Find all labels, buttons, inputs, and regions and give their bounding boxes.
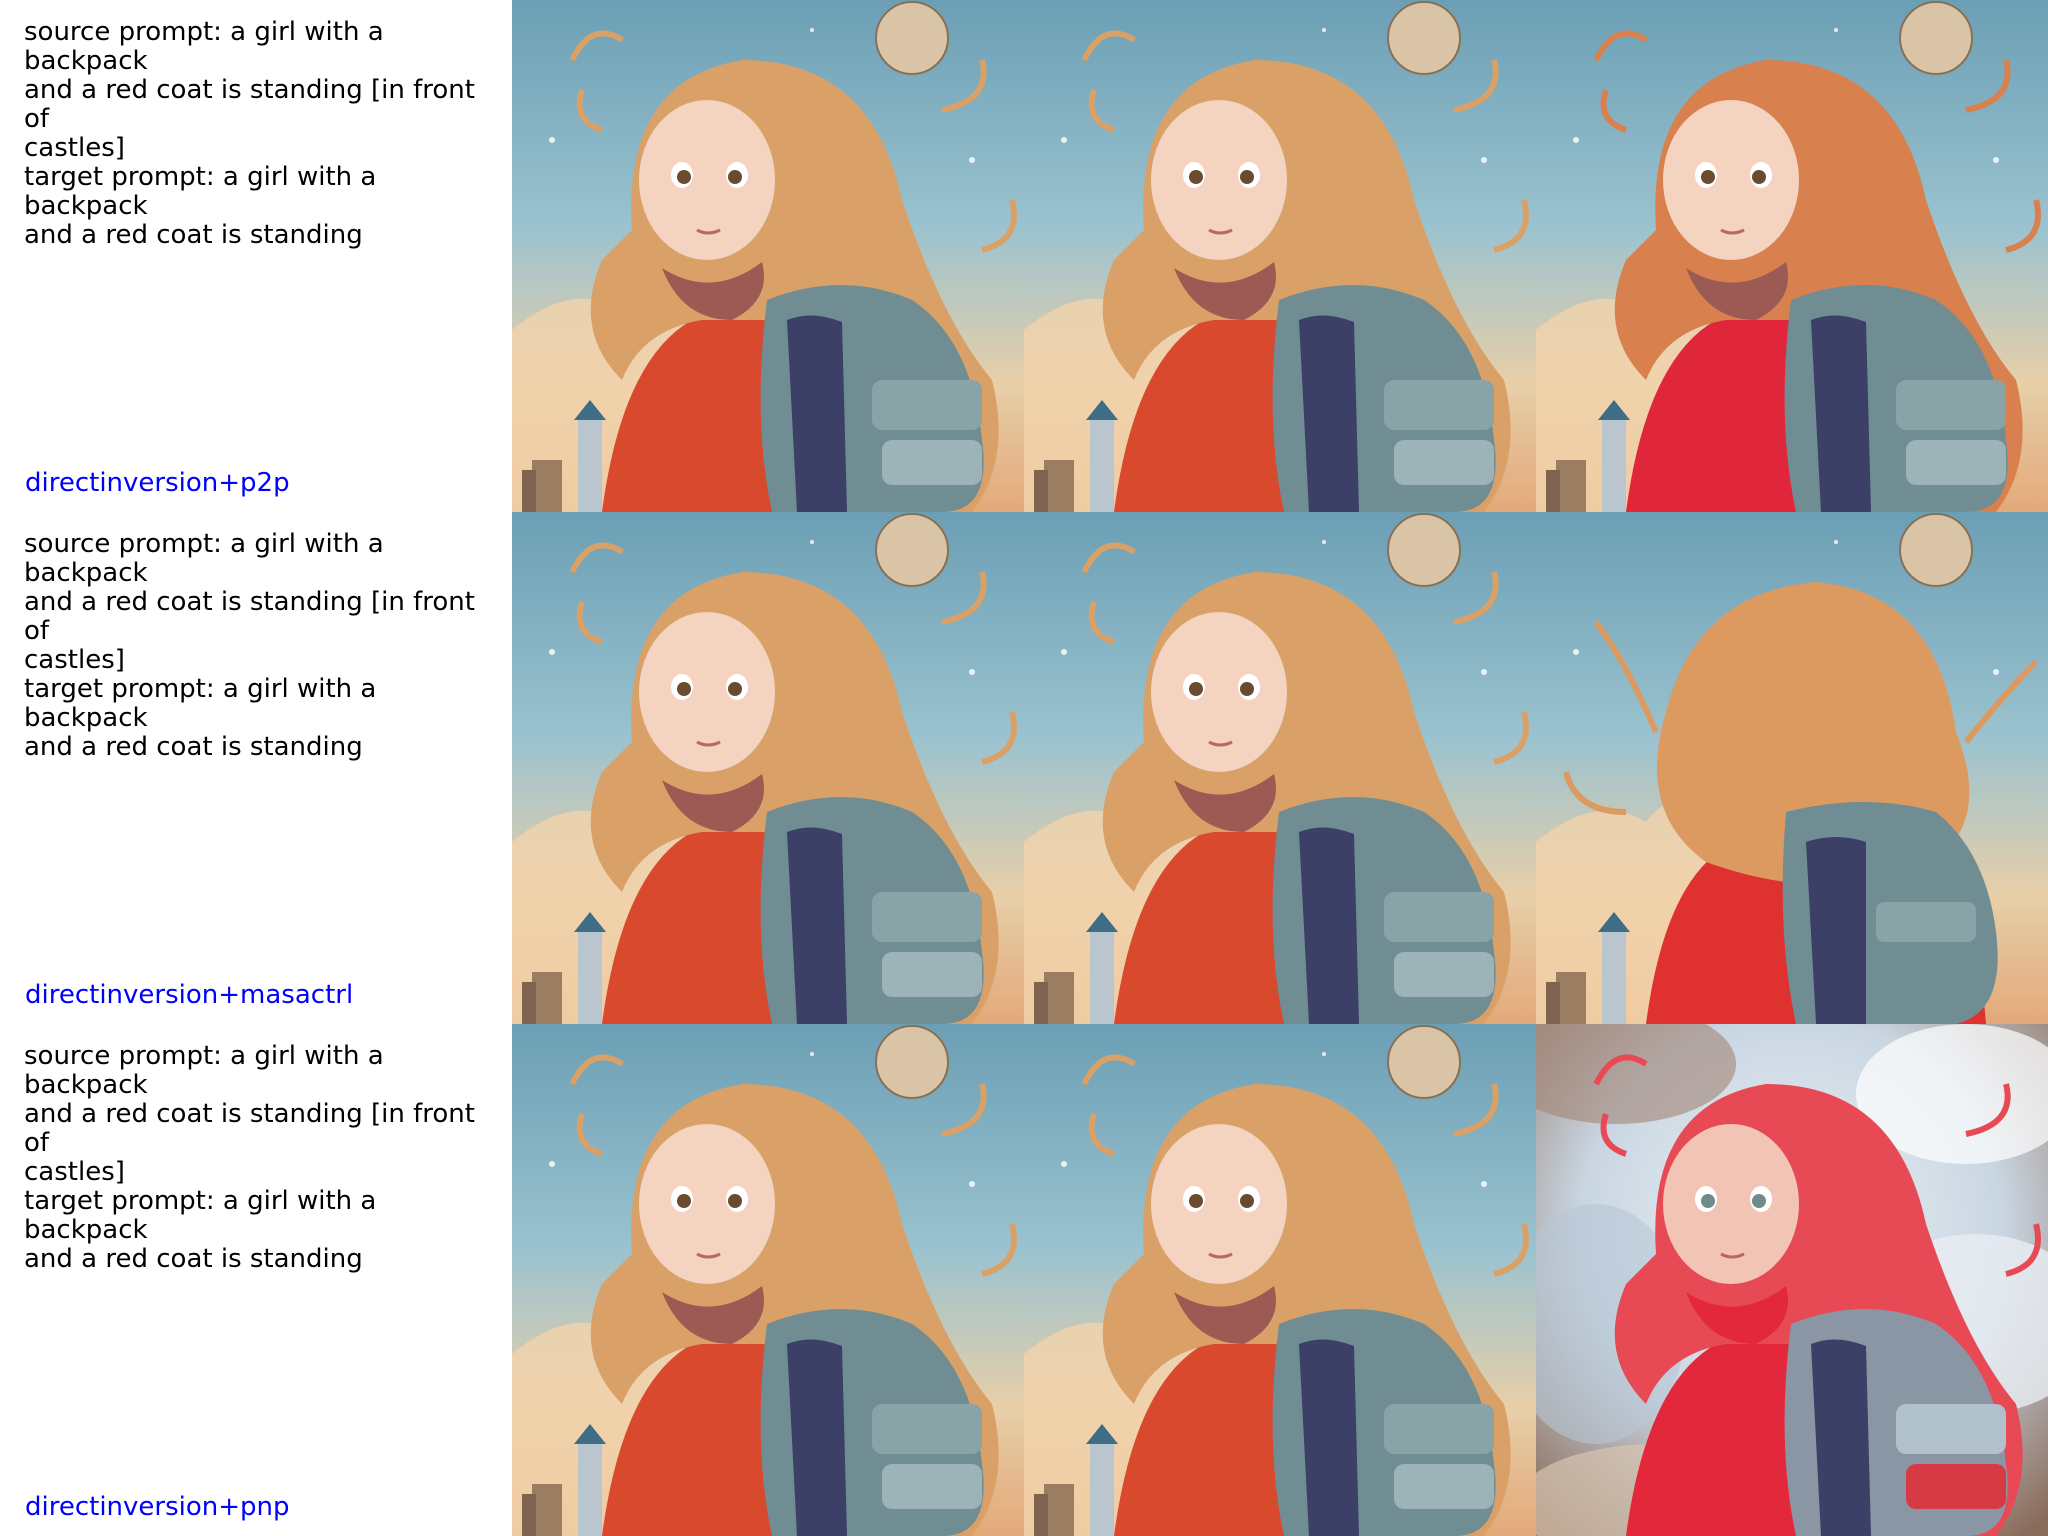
illustration-graphic <box>512 1024 1024 1536</box>
comparison-grid: source prompt: a girl with a backpack an… <box>0 0 2048 1536</box>
illustration-graphic <box>512 512 1024 1024</box>
reconstructed-image <box>1024 1024 1536 1536</box>
source-prompt-line: source prompt: a girl with a backpack <box>24 17 384 76</box>
source-prompt-line: source prompt: a girl with a backpack <box>24 529 384 588</box>
source-prompt-line: castles] <box>24 1157 125 1187</box>
result-row-p2p: source prompt: a girl with a backpack an… <box>0 0 2048 512</box>
illustration-graphic <box>1536 512 2048 1024</box>
edited-image-pnp <box>1536 1024 2048 1536</box>
illustration-graphic <box>1024 512 1536 1024</box>
source-prompt-line: and a red coat is standing [in front of <box>24 75 475 134</box>
prompt-text: source prompt: a girl with a backpack an… <box>24 530 506 762</box>
method-label: directinversion+pnp <box>25 1492 290 1522</box>
reconstructed-image <box>1024 512 1536 1024</box>
source-image <box>512 0 1024 512</box>
target-prompt-line: and a red coat is standing <box>24 732 363 762</box>
prompt-text: source prompt: a girl with a backpack an… <box>24 1042 506 1274</box>
edited-image-p2p <box>1536 0 2048 512</box>
prompt-cell: source prompt: a girl with a backpack an… <box>0 1024 512 1536</box>
target-prompt-line: and a red coat is standing <box>24 1244 363 1274</box>
target-prompt-line: target prompt: a girl with a backpack <box>24 1186 377 1245</box>
target-prompt-line: target prompt: a girl with a backpack <box>24 674 377 733</box>
source-prompt-line: source prompt: a girl with a backpack <box>24 1041 384 1100</box>
source-prompt-line: castles] <box>24 645 125 675</box>
reconstructed-image <box>1024 0 1536 512</box>
illustration-graphic <box>1536 0 2048 512</box>
illustration-graphic <box>1536 1024 2048 1536</box>
source-prompt-line: and a red coat is standing [in front of <box>24 1099 475 1158</box>
illustration-graphic <box>1024 0 1536 512</box>
edited-image-masactrl <box>1536 512 2048 1024</box>
source-image <box>512 512 1024 1024</box>
illustration-graphic <box>1024 1024 1536 1536</box>
method-label: directinversion+p2p <box>25 468 290 498</box>
prompt-cell: source prompt: a girl with a backpack an… <box>0 512 512 1024</box>
illustration-graphic <box>512 0 1024 512</box>
source-image <box>512 1024 1024 1536</box>
result-row-pnp: source prompt: a girl with a backpack an… <box>0 1024 2048 1536</box>
source-prompt-line: and a red coat is standing [in front of <box>24 587 475 646</box>
target-prompt-line: and a red coat is standing <box>24 220 363 250</box>
source-prompt-line: castles] <box>24 133 125 163</box>
prompt-text: source prompt: a girl with a backpack an… <box>24 18 506 250</box>
prompt-cell: source prompt: a girl with a backpack an… <box>0 0 512 512</box>
result-row-masactrl: source prompt: a girl with a backpack an… <box>0 512 2048 1024</box>
target-prompt-line: target prompt: a girl with a backpack <box>24 162 377 221</box>
method-label: directinversion+masactrl <box>25 980 354 1010</box>
